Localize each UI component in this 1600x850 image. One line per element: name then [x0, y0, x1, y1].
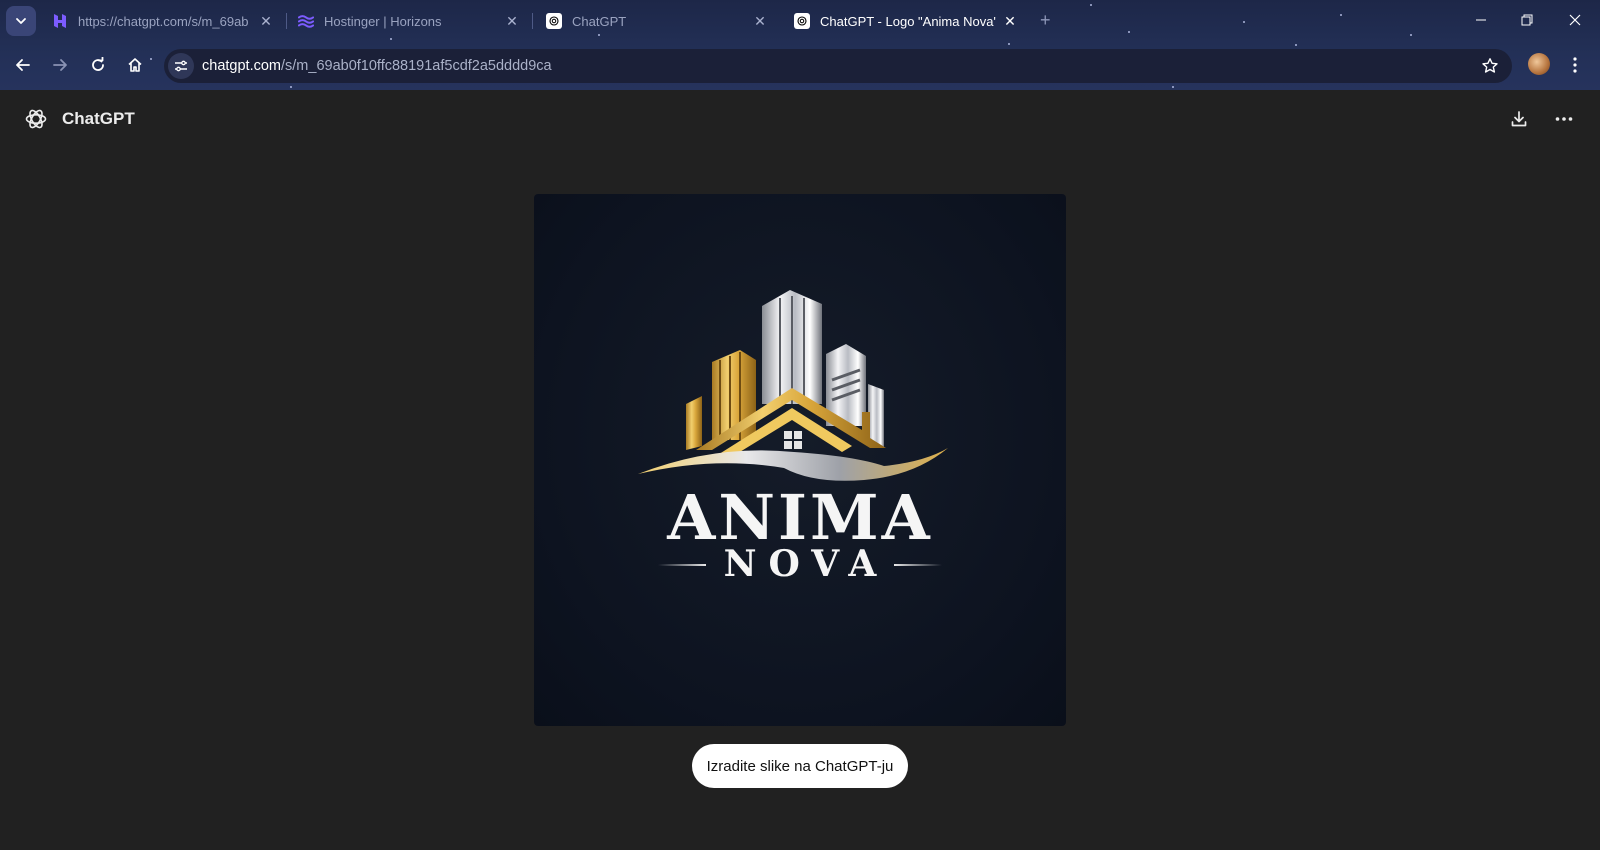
tab-title: Hostinger | Horizons	[324, 13, 442, 29]
download-icon	[1511, 111, 1527, 127]
building-logo-graphic	[638, 290, 948, 481]
home-icon	[128, 58, 142, 72]
star-icon	[1482, 58, 1498, 73]
more-vertical-icon	[1573, 57, 1577, 73]
close-window-button[interactable]	[1562, 8, 1588, 32]
tab-search-button[interactable]	[6, 6, 36, 36]
close-icon[interactable]: ✕	[1002, 13, 1018, 29]
logo-wordmark-line2: NOVA	[723, 543, 889, 585]
profile-avatar[interactable]	[1528, 53, 1550, 75]
back-button[interactable]	[10, 52, 36, 78]
more-horizontal-icon	[1555, 117, 1573, 121]
tab-1[interactable]: https://chatgpt.com/s/m_69ab0 ✕	[52, 6, 274, 36]
close-icon	[1569, 14, 1581, 26]
chatgpt-icon	[794, 13, 810, 29]
tab-3[interactable]: ChatGPT ✕	[546, 6, 768, 36]
home-button[interactable]	[122, 52, 148, 78]
tab-2[interactable]: Hostinger | Horizons ✕	[298, 6, 520, 36]
download-button[interactable]	[1507, 107, 1531, 131]
close-icon[interactable]: ✕	[258, 13, 274, 29]
tab-divider	[532, 13, 533, 29]
tab-4-active[interactable]: ChatGPT - Logo "Anima Nova" ✕	[794, 6, 1018, 36]
tab-title: ChatGPT	[572, 13, 627, 29]
close-icon[interactable]: ✕	[504, 13, 520, 29]
openai-logo-icon	[25, 109, 47, 129]
tab-divider	[286, 13, 287, 29]
forward-button[interactable]	[47, 52, 73, 78]
more-options-button[interactable]	[1552, 107, 1576, 131]
chatgpt-icon	[546, 13, 562, 29]
logo-wordmark-line1: ANIMA	[667, 481, 933, 554]
chevron-down-icon	[16, 18, 26, 24]
close-icon[interactable]: ✕	[752, 13, 768, 29]
reload-button[interactable]	[85, 52, 111, 78]
tab-title: ChatGPT - Logo "Anima Nova"	[820, 13, 996, 29]
generated-image[interactable]: ANIMA NOVA	[534, 194, 1066, 726]
tune-icon	[175, 60, 187, 72]
url-text[interactable]: chatgpt.com/s/m_69ab0f10ffc88191af5cdf2a…	[202, 58, 552, 74]
browser-toolbar: chatgpt.com/s/m_69ab0f10ffc88191af5cdf2a…	[0, 44, 1600, 88]
reload-icon	[92, 57, 104, 71]
browser-chrome: https://chatgpt.com/s/m_69ab0 ✕ Hostinge…	[0, 0, 1600, 90]
address-bar[interactable]: chatgpt.com/s/m_69ab0f10ffc88191af5cdf2a…	[164, 49, 1512, 83]
bookmark-button[interactable]	[1480, 56, 1500, 76]
arrow-right-icon	[53, 59, 67, 71]
brand-name: ChatGPT	[62, 109, 135, 128]
tab-strip: https://chatgpt.com/s/m_69ab0 ✕ Hostinge…	[0, 0, 1600, 42]
url-path: /s/m_69ab0f10ffc88191af5cdf2a5dddd9ca	[281, 58, 552, 74]
page-content: ChatGPT ANIMA NOVA Izradite slike na Cha…	[0, 90, 1600, 850]
restore-button[interactable]	[1514, 8, 1540, 32]
arrow-left-icon	[16, 59, 30, 71]
site-info-button[interactable]	[168, 53, 194, 79]
create-images-button[interactable]: Izradite slike na ChatGPT-ju	[692, 744, 908, 788]
browser-menu-button[interactable]	[1566, 54, 1584, 76]
hostinger-icon	[52, 13, 68, 29]
minimize-button[interactable]	[1468, 8, 1494, 32]
url-host: chatgpt.com	[202, 58, 281, 74]
tab-title: https://chatgpt.com/s/m_69ab0	[78, 13, 248, 29]
new-tab-button[interactable]: +	[1040, 10, 1051, 31]
brand-header[interactable]: ChatGPT	[24, 107, 135, 131]
horizons-icon	[298, 13, 314, 29]
minimize-icon	[1476, 19, 1486, 21]
restore-icon	[1521, 14, 1533, 26]
